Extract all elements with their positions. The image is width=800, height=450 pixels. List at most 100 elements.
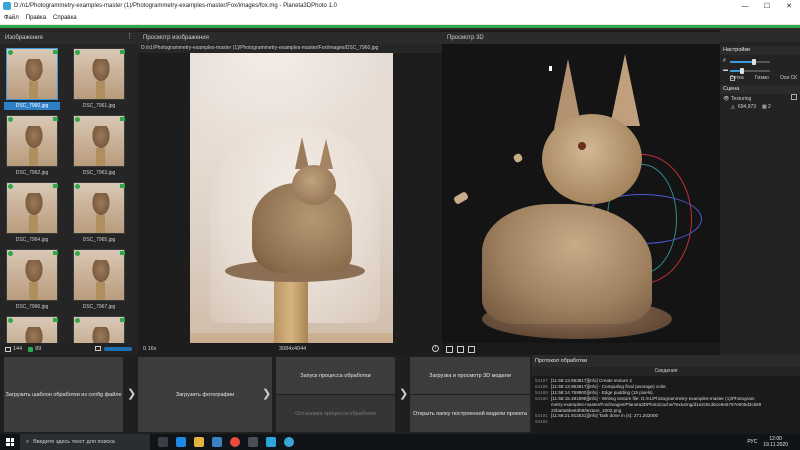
app-icon[interactable] — [248, 437, 258, 447]
menu-edit[interactable]: Правка — [22, 15, 49, 21]
clock[interactable]: 12:00 19.11.2020 — [763, 436, 788, 448]
thumbnail-image — [73, 316, 125, 343]
chevron-right-icon: ❯ — [127, 388, 137, 400]
menu-file[interactable]: Файл — [0, 15, 22, 21]
thumbnail-label: DSC_7967.jpg — [82, 304, 116, 310]
load-photos-button[interactable]: Загрузить фотографии — [138, 357, 272, 432]
point-size-icon: # — [723, 58, 726, 64]
view-3d-canvas[interactable] — [442, 44, 720, 343]
log-lines[interactable]: 54187 [11:58:13.963817][info] Create text… — [535, 378, 797, 433]
toggle-gizmo-label[interactable]: Гизмо — [755, 75, 769, 81]
thumbnail[interactable] — [4, 315, 64, 343]
preview-image[interactable] — [190, 53, 393, 373]
camera-icon — [120, 50, 125, 54]
stop-processing-button[interactable]: Остановка процесса обработки — [276, 395, 395, 432]
thumbnail-image — [73, 48, 125, 100]
close-button[interactable]: ✕ — [778, 0, 800, 12]
log-column-header: Сведения — [532, 367, 800, 376]
model-fox-body — [482, 204, 652, 324]
model-fox-eye — [578, 142, 586, 150]
status-ok-icon — [8, 251, 13, 256]
info-icon[interactable]: i — [432, 345, 439, 352]
scene-item-close-icon[interactable] — [791, 94, 797, 100]
explorer-icon[interactable] — [194, 437, 204, 447]
images-status-bar: 144 89 — [0, 343, 138, 355]
load-view-3d-button[interactable]: Загрузка и просмотр 3D модели — [410, 357, 530, 394]
menu-help[interactable]: Справка — [49, 15, 80, 21]
aligned-count-icon — [28, 346, 34, 352]
status-ok-icon — [75, 50, 80, 55]
thumbnail[interactable]: DSC_7962.jpg — [4, 114, 64, 180]
window-controls: — ☐ ✕ — [734, 0, 800, 12]
thumbnail[interactable]: DSC_7960.jpg — [4, 47, 64, 113]
chevron-right-icon: ❯ — [262, 388, 272, 400]
workflow-bar: Загрузить шаблон обработки из config фай… — [0, 355, 532, 434]
scene-title: Сцена — [720, 85, 800, 94]
thumbnail-size-slider[interactable] — [104, 347, 132, 351]
thumbnail-image — [73, 249, 125, 301]
stand-thumbnail — [96, 215, 105, 233]
thumbnail-label: DSC_7964.jpg — [15, 237, 49, 243]
camera-icon — [53, 184, 58, 188]
scene-item-name[interactable]: Texturing — [731, 96, 751, 102]
thumbnail-image — [6, 182, 58, 234]
fox-thumbnail — [91, 327, 111, 343]
thumbnail[interactable]: DSC_7965.jpg — [71, 181, 131, 247]
fox-thumbnail — [91, 260, 111, 284]
settings-sidebar: Настройки # ▬ Сетка Гизмо Оси СК Сцена 👁… — [720, 42, 800, 355]
status-ok-icon — [75, 184, 80, 189]
minimize-button[interactable]: — — [734, 0, 756, 12]
log-line-message: [11:58:21.912531][info] Task done in (s)… — [551, 413, 659, 419]
mail-icon[interactable] — [212, 437, 222, 447]
thumbnail-size-icon — [95, 346, 101, 351]
start-processing-button[interactable]: Запуск процесса обработки — [276, 357, 395, 394]
view-mode-button[interactable] — [446, 345, 453, 353]
status-ok-icon — [75, 318, 80, 323]
maximize-button[interactable]: ☐ — [756, 0, 778, 12]
grid-view-button[interactable] — [457, 345, 464, 353]
thumbnail-image — [6, 48, 58, 100]
thumbnail-label: DSC_7960.jpg — [4, 102, 60, 110]
thumbnail-image — [6, 249, 58, 301]
thumbnail[interactable]: DSC_7961.jpg — [71, 47, 131, 113]
camera-icon — [53, 50, 58, 54]
settings-title: Настройки — [720, 46, 800, 55]
preview-status-bar: 0.16x 3084x4044 i — [138, 343, 442, 355]
planeta3dphoto-icon[interactable] — [284, 437, 294, 447]
toggle-axes-label[interactable]: Оси СК — [780, 75, 797, 81]
thumbnail[interactable] — [71, 315, 131, 343]
log-panel: Протокол обработки Сведения 54187 [11:58:… — [532, 355, 800, 434]
search-icon: ⌕ — [26, 438, 30, 445]
model-fox-ear-right — [610, 54, 640, 126]
camera-icon — [120, 251, 125, 255]
thumbnail[interactable]: DSC_7963.jpg — [71, 114, 131, 180]
thumbnail[interactable]: DSC_7966.jpg — [4, 248, 64, 314]
model-fragment — [512, 152, 524, 164]
point-size-knob[interactable] — [752, 59, 756, 65]
thumbnail-grid: DSC_7960.jpg DSC_7961.jpg DSC_7962.jpg DSC_… — [4, 47, 132, 343]
thumbnail-label: DSC_7966.jpg — [15, 304, 49, 310]
brightness-icon: ▬ — [723, 67, 728, 73]
telegram-icon[interactable] — [266, 437, 276, 447]
edge-icon[interactable] — [176, 437, 186, 447]
fox-ear-left — [295, 137, 309, 169]
fox-thumbnail — [24, 260, 44, 284]
thumbnail[interactable]: DSC_7964.jpg — [4, 181, 64, 247]
more-options-icon[interactable]: ⋮ — [126, 32, 133, 40]
menu-bar: Файл Правка Справка — [0, 12, 800, 25]
brightness-knob[interactable] — [740, 68, 744, 74]
load-template-button[interactable]: Загрузить шаблон обработки из config фай… — [4, 357, 123, 432]
camera-view-button[interactable] — [468, 345, 475, 353]
window-title: D:/n1/Photogrammetry-examples-master (1)… — [14, 3, 337, 9]
open-model-folder-button[interactable]: Открыть папку построенной модели проекта — [410, 395, 530, 432]
windows-start-icon[interactable] — [6, 438, 14, 446]
eye-icon[interactable]: 👁 — [723, 96, 729, 102]
system-tray: РУС 12:00 19.11.2020 — [747, 434, 796, 450]
images-panel: Изображения ⋮ DSC_7960.jpg DSC_7961.jpg DS… — [0, 30, 138, 355]
language-indicator[interactable]: РУС — [747, 439, 757, 445]
thumbnail[interactable]: DSC_7967.jpg — [71, 248, 131, 314]
task-view-icon[interactable] — [158, 437, 168, 447]
taskbar-search[interactable]: ⌕ Введите здесь текст для поиска — [20, 434, 150, 450]
toggle-grid-label[interactable]: Сетка — [730, 75, 744, 81]
chrome-icon[interactable] — [230, 437, 240, 447]
